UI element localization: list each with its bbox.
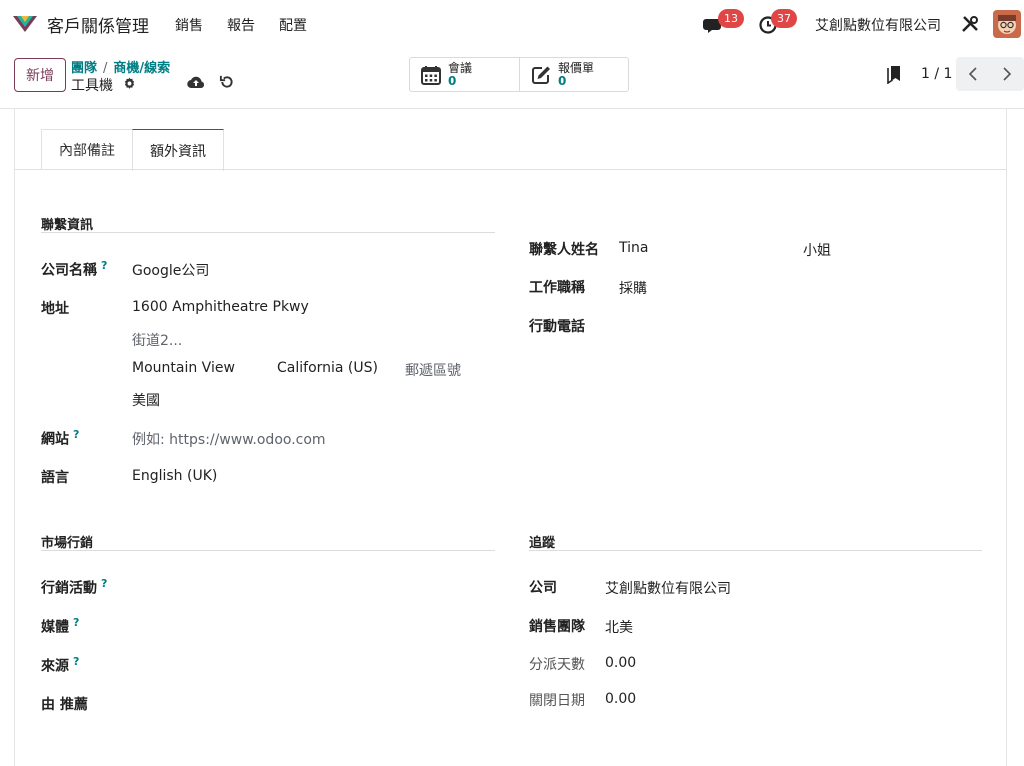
breadcrumb-separator: / — [103, 61, 108, 76]
company-name-field[interactable]: Google公司 — [132, 260, 209, 280]
help-icon[interactable]: ? — [101, 259, 107, 272]
pager-next-button[interactable] — [990, 57, 1024, 91]
source-label: 來源? — [41, 655, 80, 675]
menu-sales[interactable]: 銷售 — [175, 15, 203, 35]
company-switcher[interactable]: 艾創點數位有限公司 — [815, 15, 941, 35]
sales-team-label: 銷售團隊 — [529, 619, 585, 635]
bookmark-icon[interactable] — [886, 64, 902, 84]
tracking-company-label: 公司 — [529, 580, 557, 596]
menu-configuration[interactable]: 配置 — [279, 15, 307, 35]
campaign-label: 行銷活動? — [41, 577, 108, 597]
breadcrumb-teams[interactable]: 團隊 — [71, 61, 97, 76]
website-label: 網站? — [41, 428, 80, 448]
company-name-label: 公司名稱? — [41, 259, 108, 279]
sales-team-field[interactable]: 北美 — [605, 617, 633, 637]
meetings-label: 會議 — [448, 60, 473, 75]
medium-label: 媒體? — [41, 616, 80, 636]
breadcrumb-leads[interactable]: 商機/線索 — [113, 61, 170, 76]
help-icon[interactable]: ? — [73, 428, 79, 441]
tools-icon[interactable] — [960, 14, 980, 34]
app-title[interactable]: 客戶關係管理 — [47, 12, 149, 37]
pager-previous-button[interactable] — [956, 57, 990, 91]
activities-badge: 37 — [771, 9, 797, 28]
job-position-field[interactable]: 採購 — [619, 278, 647, 298]
state-field[interactable]: California (US) — [277, 360, 378, 376]
street-field[interactable]: 1600 Amphitheatre Pkwy — [132, 299, 309, 315]
smart-buttons: 會議 0 報價單 0 — [409, 57, 629, 92]
menu-reporting[interactable]: 報告 — [227, 15, 255, 35]
user-avatar[interactable] — [993, 10, 1021, 38]
quotations-count: 0 — [558, 73, 567, 88]
quotations-smart-button[interactable]: 報價單 0 — [519, 58, 628, 91]
help-icon[interactable]: ? — [73, 655, 79, 668]
section-divider — [41, 550, 495, 551]
days-to-close-value: 0.00 — [605, 691, 637, 707]
help-icon[interactable]: ? — [101, 577, 107, 590]
tracking-company-field[interactable]: 艾創點數位有限公司 — [605, 578, 731, 598]
cloud-upload-icon[interactable] — [187, 74, 205, 90]
breadcrumb: 團隊 / 商機/線索 — [71, 57, 170, 76]
chevron-right-icon — [1003, 67, 1012, 81]
record-title: 工具機 — [71, 78, 113, 94]
gear-icon[interactable] — [123, 77, 136, 90]
city-field[interactable]: Mountain View — [132, 360, 235, 376]
top-navbar: 客戶關係管理 銷售 報告 配置 13 37 艾創點數位有限公司 — [0, 0, 1024, 48]
language-label: 語言 — [41, 470, 69, 486]
days-to-assign-value: 0.00 — [605, 655, 637, 671]
zip-field[interactable]: 郵遞區號 — [405, 360, 461, 380]
country-field[interactable]: 美國 — [132, 390, 160, 410]
days-to-assign-label: 分派天數 — [529, 657, 585, 673]
tabs-divider — [15, 169, 1006, 170]
help-icon[interactable]: ? — [73, 616, 79, 629]
contact-title-field[interactable]: 小姐 — [803, 240, 831, 260]
section-divider — [41, 232, 495, 233]
quotations-label: 報價單 — [558, 60, 595, 75]
section-contact-info: 聯繫資訊 — [41, 218, 94, 233]
referred-label: 由 推薦 — [41, 697, 88, 713]
notebook-tabs: 內部備註 額外資訊 — [41, 129, 224, 171]
contact-name-label: 聯繫人姓名 — [529, 242, 599, 258]
tab-extra-info[interactable]: 額外資訊 — [132, 129, 224, 171]
edit-icon — [532, 66, 550, 84]
address-label: 地址 — [41, 301, 69, 317]
calendar-icon — [421, 65, 441, 85]
discard-icon[interactable] — [219, 74, 234, 90]
section-tracking: 追蹤 — [529, 536, 556, 551]
street2-field[interactable]: 街道2... — [132, 330, 182, 350]
messages-badge: 13 — [718, 9, 744, 28]
contact-name-field[interactable]: Tina — [619, 240, 648, 256]
website-field[interactable]: 例如: https://www.odoo.com — [132, 429, 326, 449]
section-divider — [529, 550, 982, 551]
tab-internal-notes[interactable]: 內部備註 — [41, 129, 133, 170]
form-sheet: 內部備註 額外資訊 聯繫資訊 公司名稱? Google公司 地址 1600 Am… — [14, 109, 1007, 766]
app-logo-icon[interactable] — [11, 14, 39, 34]
section-marketing: 市場行銷 — [41, 536, 94, 551]
days-to-close-label: 關閉日期 — [529, 693, 585, 709]
chevron-left-icon — [968, 67, 977, 81]
meetings-smart-button[interactable]: 會議 0 — [410, 58, 519, 91]
language-field[interactable]: English (UK) — [132, 468, 217, 484]
mobile-label: 行動電話 — [529, 319, 585, 335]
pager-value[interactable]: 1 / 1 — [921, 66, 952, 82]
job-position-label: 工作職稱 — [529, 280, 585, 296]
meetings-count: 0 — [448, 73, 457, 88]
new-button[interactable]: 新增 — [14, 58, 66, 92]
